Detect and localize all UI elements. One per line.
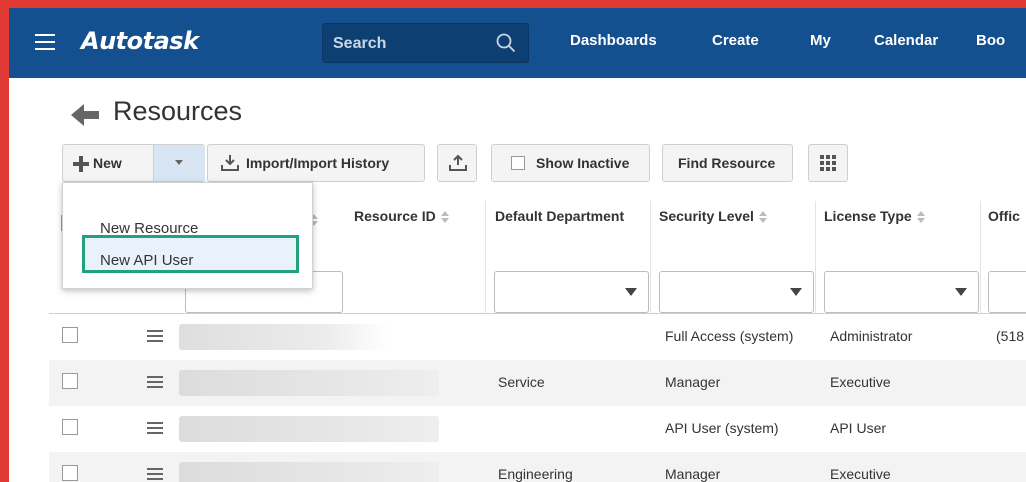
redacted-name [179,416,439,442]
menu-item-new-api-user[interactable]: New API User [100,252,193,269]
search-icon[interactable] [496,33,516,53]
redacted-name [179,324,389,350]
sort-icon[interactable] [916,211,926,224]
redacted-name [179,370,439,396]
row-menu-icon[interactable] [147,422,163,434]
new-button-label: New [93,155,122,171]
grid-icon [820,155,836,171]
import-history-label: Import/Import History [246,155,390,171]
column-divider [980,201,981,313]
row-menu-icon[interactable] [147,376,163,388]
nav-dashboards[interactable]: Dashboards [570,32,657,49]
row-checkbox[interactable] [62,465,78,481]
export-button[interactable] [437,144,477,182]
table-row[interactable]: Full Access (system) Administrator (518 [49,314,1026,360]
sort-icon[interactable] [758,211,768,224]
filter-security-select[interactable] [659,271,814,313]
department-cell: Service [498,374,545,390]
column-divider [815,201,816,313]
column-resource-id[interactable]: Resource ID [354,208,450,224]
department-cell: Engineering [498,466,573,482]
column-default-department[interactable]: Default Department [495,208,624,224]
plus-icon [73,156,89,172]
app-window: Autotask Search Dashboards Create My Cal… [9,8,1026,482]
chevron-down-icon [790,288,802,296]
brand-logo[interactable]: Autotask [81,27,199,55]
office-cell: (518 [996,328,1025,344]
import-history-button[interactable]: Import/Import History [207,144,425,182]
nav-my[interactable]: My [810,32,831,49]
row-menu-icon[interactable] [147,468,163,480]
table-row[interactable]: Engineering Manager Executive [49,452,1026,482]
show-inactive-label: Show Inactive [536,155,630,171]
new-button[interactable]: New [62,144,205,182]
import-icon [221,155,239,171]
filter-office-input[interactable] [988,271,1026,313]
sort-icon[interactable] [440,211,450,224]
chevron-down-icon [955,288,967,296]
nav-calendar[interactable]: Calendar [874,32,938,49]
export-icon [449,154,467,171]
page-title: Resources [113,96,243,126]
find-resource-button[interactable]: Find Resource [662,144,793,182]
new-dropdown-menu: New Resource New API User [62,182,313,289]
column-office[interactable]: Offic [988,208,1020,224]
row-checkbox[interactable] [62,327,78,343]
nav-book[interactable]: Boo [976,32,1005,49]
license-type-cell: Administrator [830,328,913,344]
nav-create[interactable]: Create [712,32,759,49]
show-inactive-button[interactable]: Show Inactive [491,144,650,182]
hamburger-menu-icon[interactable] [35,34,55,50]
column-divider [485,201,486,313]
menu-item-new-resource[interactable]: New Resource [100,220,198,237]
license-type-cell: Executive [830,466,891,482]
table-row[interactable]: API User (system) API User [49,406,1026,452]
search-box[interactable]: Search [322,23,529,63]
back-arrow-icon[interactable] [71,104,101,126]
column-security-level[interactable]: Security Level [659,208,768,224]
row-checkbox[interactable] [62,419,78,435]
row-menu-icon[interactable] [147,330,163,342]
filter-license-select[interactable] [824,271,979,313]
new-dropdown-toggle[interactable] [153,145,205,181]
table-row[interactable]: Service Manager Executive [49,360,1026,406]
security-level-cell: Manager [665,374,721,390]
column-chooser-button[interactable] [808,144,848,182]
license-type-cell: Executive [830,374,891,390]
column-license-type[interactable]: License Type [824,208,926,224]
chevron-down-icon [175,160,183,165]
security-level-cell: Full Access (system) [665,328,794,344]
license-type-cell: API User [830,420,887,436]
column-divider [650,201,651,313]
filter-department-select[interactable] [494,271,649,313]
security-level-cell: API User (system) [665,420,779,436]
top-navigation-bar: Autotask Search Dashboards Create My Cal… [9,8,1026,78]
row-checkbox[interactable] [62,373,78,389]
security-level-cell: Manager [665,466,721,482]
chevron-down-icon [625,288,637,296]
redacted-name [179,462,439,482]
search-placeholder: Search [333,35,387,52]
show-inactive-checkbox[interactable] [511,156,525,170]
find-resource-label: Find Resource [678,155,776,171]
